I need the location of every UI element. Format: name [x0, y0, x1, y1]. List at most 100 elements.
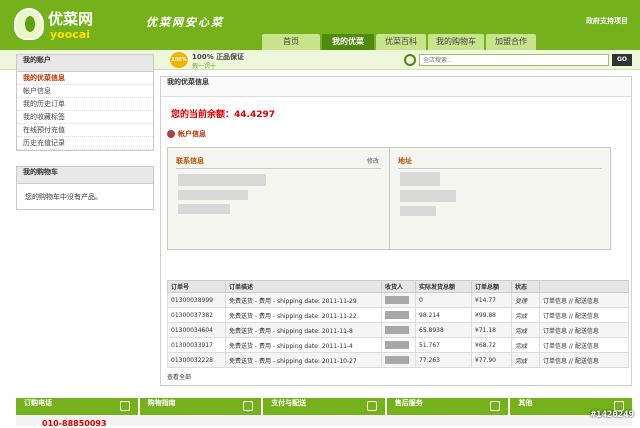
order-actions-link[interactable]: 订单信息 // 配送信息 — [539, 292, 629, 308]
slogan: 优菜网安心菜 — [146, 16, 224, 29]
main-panel-title: 我的优菜信息 — [161, 77, 631, 97]
balance-value: 44.4297 — [234, 110, 276, 120]
main-panel: 我的优菜信息 您的当前余额：44.4297 帐户信息 联系信息 修改 地址 订单… — [160, 76, 632, 386]
sidebar-item-my-info[interactable]: 我的优菜信息 — [17, 72, 153, 85]
contact-panel: 联系信息 修改 — [168, 148, 390, 249]
cart-box: 我的购物车 您的购物车中没有产品。 — [16, 166, 154, 210]
sidebar-item-recharge-history[interactable]: 历史充值记录 — [17, 137, 153, 150]
blurred-address-line — [400, 206, 436, 216]
footer-content: 010-88850093 — [16, 415, 632, 428]
order-recipient — [381, 337, 416, 353]
sidebar-item-favorites[interactable]: 我的收藏标签 — [17, 111, 153, 124]
balance: 您的当前余额：44.4297 — [171, 107, 275, 120]
cart-empty-text: 您的购物车中没有产品。 — [25, 193, 102, 201]
search-bar — [404, 53, 610, 67]
nav-my-yoocai[interactable]: 我的优菜 — [322, 34, 374, 50]
col-order-no: 订单号 — [167, 280, 226, 293]
search-input[interactable] — [419, 54, 609, 66]
order-total: ¥77.90 — [471, 352, 512, 368]
site-logo[interactable]: 优菜网 yoocai — [14, 8, 138, 42]
order-actions-link[interactable]: 订单信息 // 配送信息 — [539, 307, 629, 323]
nav-cart[interactable]: 我的购物车 — [428, 34, 484, 50]
phone-icon — [119, 401, 130, 411]
footer-section-guide[interactable]: 购物指南 — [140, 398, 264, 415]
footer-label: 其他 — [518, 399, 533, 407]
contact-title: 联系信息 — [176, 156, 381, 169]
nav-home[interactable]: 首页 — [262, 34, 320, 50]
sidebar-item-orders[interactable]: 我的历史订单 — [17, 98, 153, 111]
nav-encyclopedia[interactable]: 优菜百科 — [376, 34, 426, 50]
table-row: 01300034604 免费送货 - 费用 - shipping date: 2… — [167, 322, 629, 338]
order-status: 完成 — [511, 322, 540, 338]
guarantee-subtext: 假一罚十 — [192, 63, 217, 70]
order-actions-link[interactable]: 订单信息 // 配送信息 — [539, 337, 629, 353]
account-menu-title: 我的账户 — [17, 55, 153, 72]
balance-label: 您的当前余额： — [171, 110, 235, 120]
col-status: 状态 — [511, 280, 540, 293]
col-actions — [539, 280, 629, 293]
order-actions-link[interactable]: 订单信息 // 配送信息 — [539, 352, 629, 368]
search-icon — [404, 54, 416, 66]
account-info-heading: 帐户信息 — [167, 129, 206, 139]
footer-bar: 订购电话 购物指南 支付与配送 售后服务 其他 — [16, 398, 632, 415]
account-info-box: 联系信息 修改 地址 — [167, 147, 611, 250]
blurred-recipient — [385, 296, 409, 304]
order-desc: 免费送货 - 费用 - shipping date: 2011-11-4 — [225, 337, 382, 353]
sidebar-item-recharge[interactable]: 在线预付充值 — [17, 124, 153, 137]
table-row: 01300032228 免费送货 - 费用 - shipping date: 2… — [167, 352, 629, 368]
order-shipped: 51.767 — [415, 337, 472, 353]
blurred-recipient — [385, 356, 409, 364]
order-desc: 免费送货 - 费用 - shipping date: 2011-11-8 — [225, 322, 382, 338]
table-row: 01300038999 免费送货 - 费用 - shipping date: 2… — [167, 292, 629, 308]
blurred-contact-line — [178, 190, 248, 200]
order-total: ¥71.18 — [471, 322, 512, 338]
footer-section-service[interactable]: 售后服务 — [387, 398, 511, 415]
order-desc: 免费送货 - 费用 - shipping date: 2011-10-27 — [225, 352, 382, 368]
footer-label: 售后服务 — [394, 399, 423, 407]
table-row: 01300037382 免费送货 - 费用 - shipping date: 2… — [167, 307, 629, 323]
order-status: 完成 — [511, 307, 540, 323]
nav-franchise[interactable]: 加盟合作 — [486, 34, 536, 50]
orders-table: 订单号 订单描述 收货人 实际发货总额 订单总额 状态 01300038999 … — [167, 280, 629, 368]
blurred-contact-line — [178, 174, 266, 186]
footer-label: 支付与配送 — [271, 399, 307, 407]
footer-section-payment[interactable]: 支付与配送 — [263, 398, 387, 415]
blurred-address-line — [400, 190, 456, 202]
account-menu: 我的账户 我的优菜信息 帐户信息 我的历史订单 我的收藏标签 在线预付充值 历史… — [16, 54, 154, 151]
order-status: 完成 — [511, 337, 540, 353]
edit-contact-link[interactable]: 修改 — [367, 156, 379, 165]
table-row: 01300033917 免费送货 - 费用 - shipping date: 2… — [167, 337, 629, 353]
sidebar-item-account[interactable]: 帐户信息 — [17, 85, 153, 98]
order-shipped: 98.214 — [415, 307, 472, 323]
order-shipped: 77.263 — [415, 352, 472, 368]
col-recipient: 收货人 — [381, 280, 416, 293]
logo-text-en: yoocai — [50, 28, 90, 41]
footer-label: 订购电话 — [24, 399, 52, 407]
gov-support-link[interactable]: 政府支持项目 — [586, 16, 628, 26]
search-go-button[interactable]: GO — [612, 54, 632, 66]
order-total: ¥99.88 — [471, 307, 512, 323]
blurred-contact-line — [178, 204, 230, 214]
guide-icon — [243, 401, 254, 411]
user-icon — [167, 130, 175, 138]
order-desc: 免费送货 - 费用 - shipping date: 2011-11-22 — [225, 307, 382, 323]
order-status: 受理 — [511, 292, 540, 308]
order-recipient — [381, 307, 416, 323]
footer-section-phone[interactable]: 订购电话 — [16, 398, 140, 415]
order-status: 完成 — [511, 352, 540, 368]
blurred-address-line — [400, 172, 440, 186]
order-recipient — [381, 352, 416, 368]
order-shipped: 0 — [415, 292, 472, 308]
order-actions-link[interactable]: 订单信息 // 配送信息 — [539, 322, 629, 338]
order-no: 01300033917 — [167, 337, 226, 353]
order-recipient — [381, 322, 416, 338]
order-recipient — [381, 292, 416, 308]
address-title: 地址 — [398, 156, 602, 169]
quality-badge-icon: 100% — [170, 52, 188, 68]
order-total: ¥68.72 — [471, 337, 512, 353]
blurred-recipient — [385, 311, 409, 319]
col-shipped-total: 实际发货总额 — [415, 280, 472, 293]
cabbage-logo-icon — [14, 8, 44, 40]
view-all-link[interactable]: 查看全部 — [167, 372, 191, 381]
col-order-total: 订单总额 — [471, 280, 512, 293]
